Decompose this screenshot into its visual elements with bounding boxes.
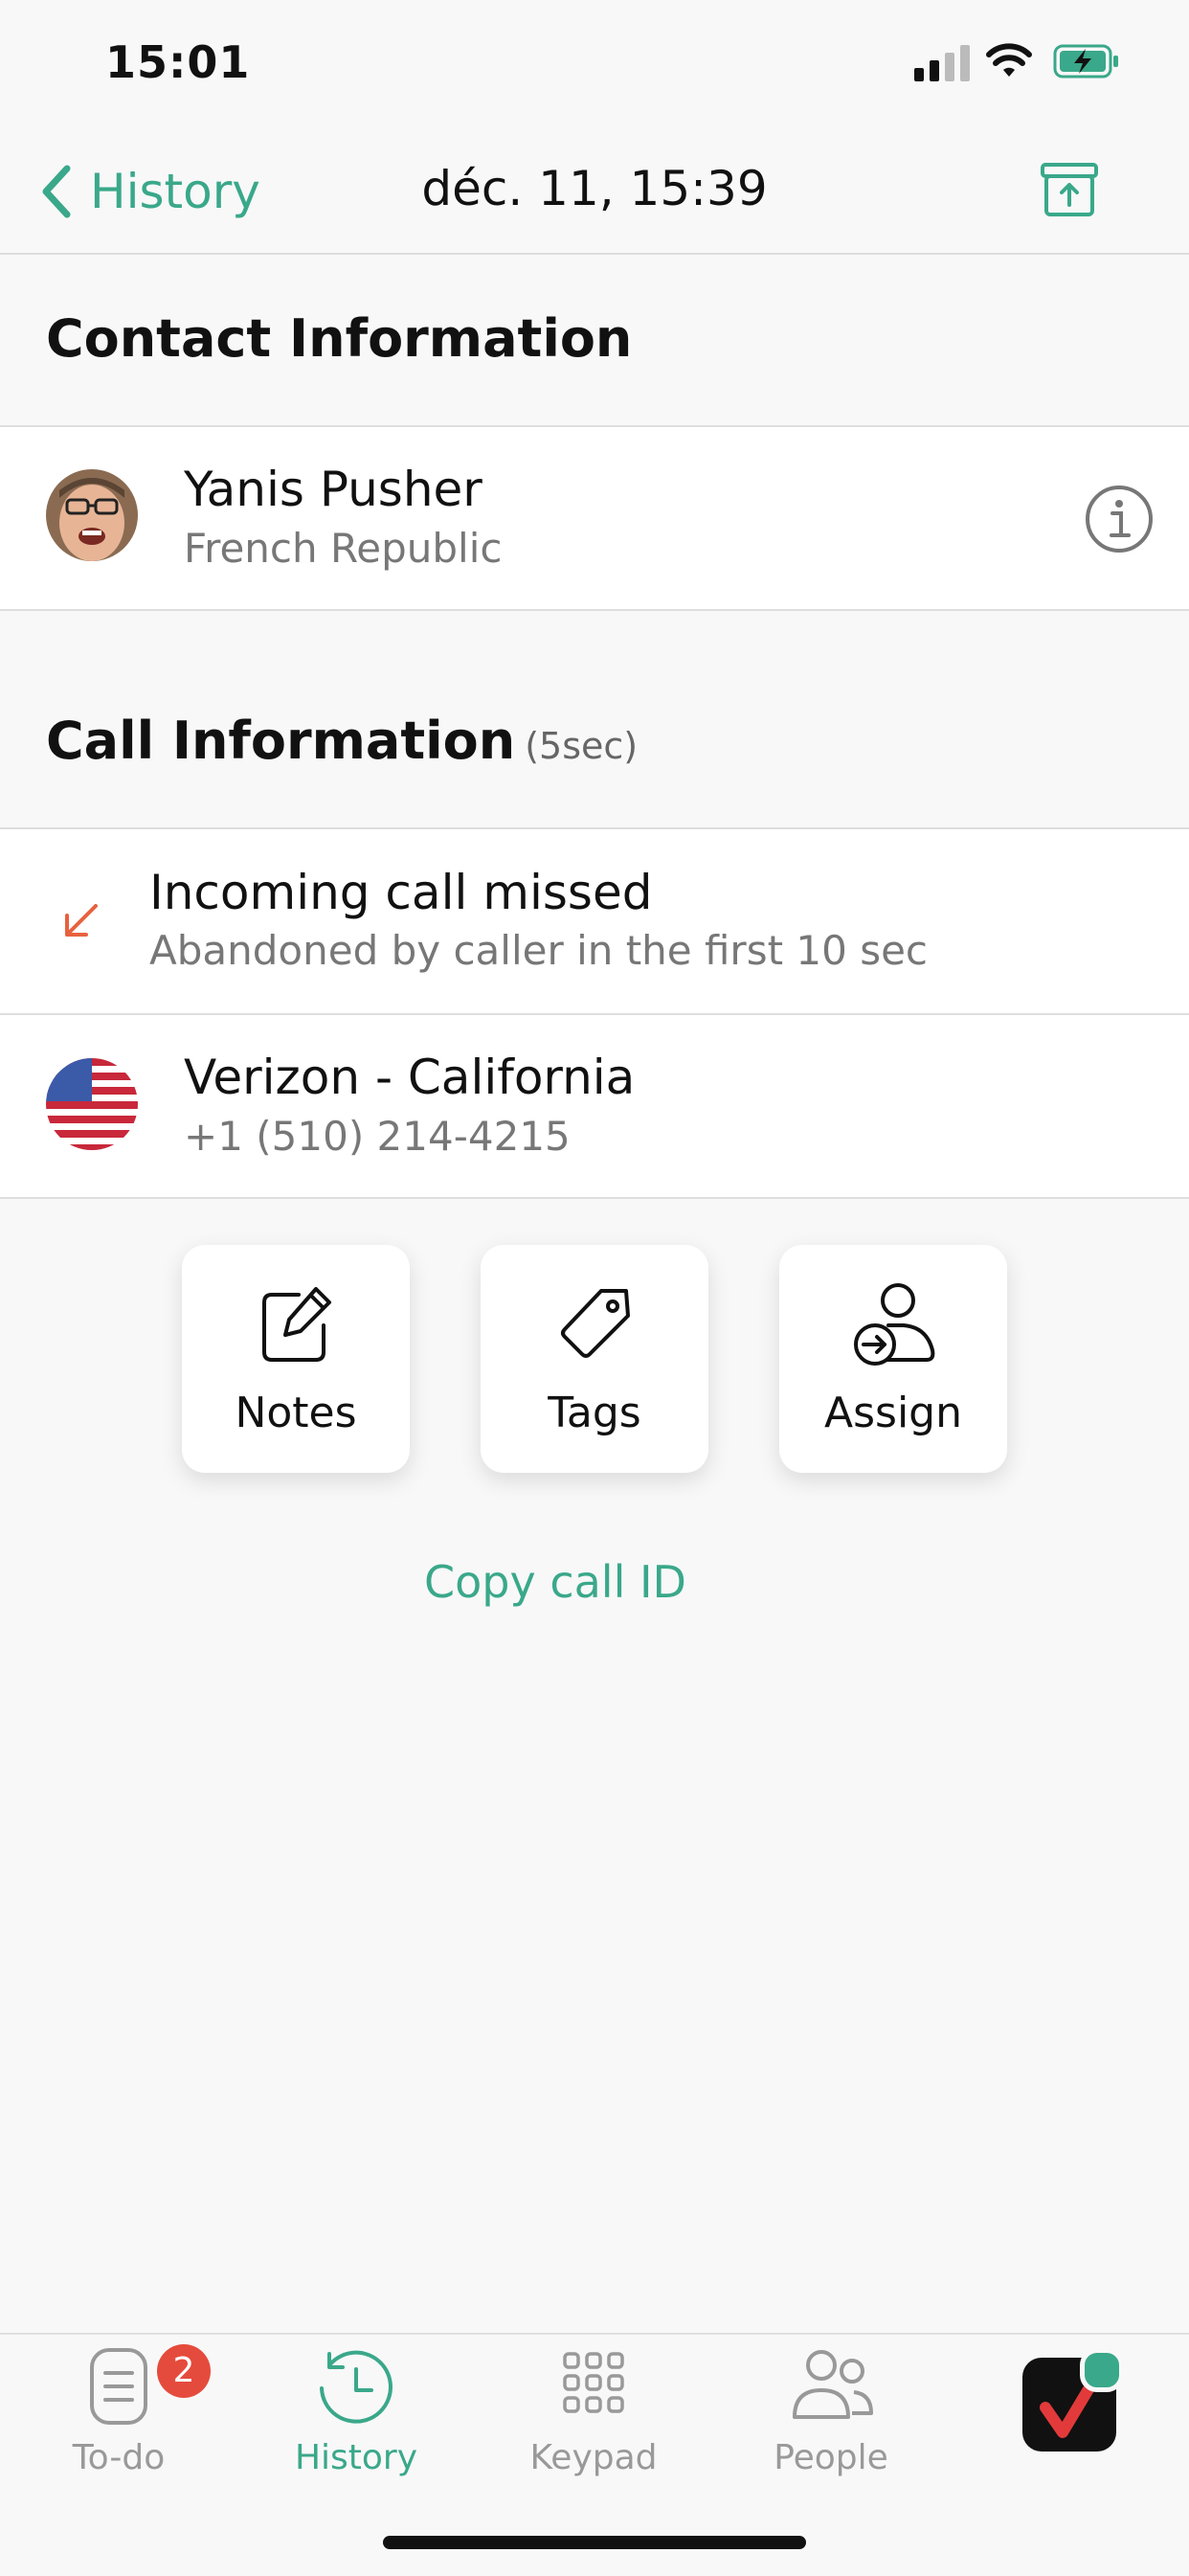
call-status-detail: Abandoned by caller in the first 10 sec [149, 927, 929, 974]
archive-icon[interactable] [1039, 161, 1100, 218]
us-flag-icon [46, 1058, 138, 1150]
tags-label: Tags [548, 1389, 641, 1437]
tags-button[interactable]: Tags [481, 1245, 708, 1473]
battery-charging-icon [1053, 44, 1118, 79]
call-section-label: Call Information [46, 711, 516, 771]
tab-label: To-do [72, 2438, 166, 2477]
tab-label: History [294, 2438, 418, 2477]
chevron-left-icon [42, 165, 71, 218]
online-status-dot [1080, 2348, 1124, 2392]
tab-history[interactable]: History [251, 2344, 461, 2478]
wifi-icon [986, 43, 1032, 77]
back-label: History [90, 164, 260, 219]
tab-todo[interactable]: 2 To-do [13, 2344, 224, 2478]
status-time: 15:01 [105, 36, 251, 88]
tab-keypad[interactable]: Keypad [488, 2344, 699, 2478]
history-icon [320, 2350, 393, 2424]
call-duration: (5sec) [525, 725, 639, 767]
line-name: Verizon - California [184, 1050, 636, 1105]
call-status-row [0, 829, 1189, 1013]
notes-label: Notes [235, 1389, 357, 1437]
line-row[interactable] [0, 1015, 1189, 1197]
contact-subtitle: French Republic [184, 525, 503, 572]
home-indicator[interactable] [383, 2536, 806, 2549]
notes-button[interactable]: Notes [182, 1245, 410, 1473]
back-button[interactable]: History [34, 158, 260, 225]
info-icon[interactable] [1084, 484, 1155, 554]
avatar [46, 469, 138, 561]
divider [0, 1197, 1189, 1199]
tab-label: Keypad [529, 2438, 658, 2477]
missed-call-icon [65, 904, 98, 937]
assign-button[interactable]: Assign [779, 1245, 1007, 1473]
assign-label: Assign [824, 1389, 962, 1437]
todo-icon [90, 2348, 147, 2425]
copy-call-id-link[interactable]: Copy call ID [0, 1556, 1110, 1608]
notes-icon [262, 1287, 331, 1362]
cellular-signal-icon [914, 43, 970, 81]
contact-row[interactable] [0, 427, 1189, 609]
contact-name: Yanis Pusher [184, 462, 482, 517]
todo-badge: 2 [157, 2344, 211, 2398]
tab-people[interactable]: People [726, 2344, 936, 2478]
tab-label: People [774, 2438, 888, 2477]
line-number: +1 (510) 214-4215 [184, 1113, 571, 1160]
tag-icon [561, 1289, 630, 1358]
divider [0, 253, 1189, 255]
assign-icon [854, 1283, 935, 1366]
people-icon [793, 2350, 873, 2419]
keypad-icon [563, 2352, 624, 2413]
divider [0, 609, 1189, 611]
call-section-title: Call Information (5sec) [46, 711, 638, 771]
contact-section-title: Contact Information [46, 308, 633, 369]
call-status-title: Incoming call missed [149, 865, 653, 920]
